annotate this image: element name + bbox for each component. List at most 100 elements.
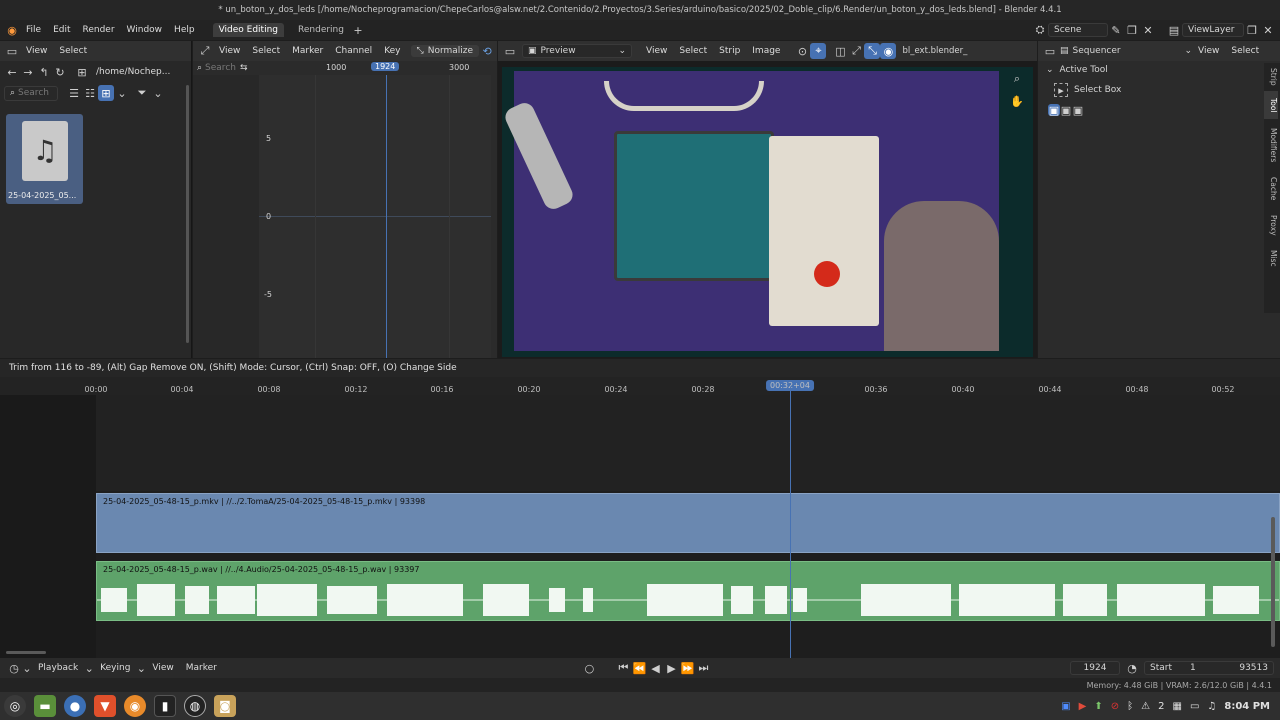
refresh-icon[interactable]: ↻: [52, 64, 68, 80]
menu-playback[interactable]: Playback: [32, 663, 84, 673]
tray-recorder-icon[interactable]: ▶: [1079, 701, 1087, 712]
sequencer-editor-icon[interactable]: ▭: [502, 43, 518, 59]
workspace-tab-rendering[interactable]: Rendering: [292, 23, 350, 37]
graph-search-field[interactable]: ⌕ Search ⇆: [193, 63, 255, 73]
tray-workspace-count[interactable]: 2: [1158, 701, 1164, 712]
seq-playhead[interactable]: [790, 387, 791, 658]
sequencer-dropdown[interactable]: ▤ Sequencer ⌄: [1060, 46, 1192, 56]
tray-update-icon[interactable]: ⬆: [1094, 701, 1102, 712]
zoom-icon[interactable]: ⌕: [1009, 71, 1025, 87]
graph-menu-channel[interactable]: Channel: [329, 46, 378, 56]
forward-icon[interactable]: →: [20, 64, 36, 80]
fb-menu-select[interactable]: Select: [53, 46, 93, 56]
fb-path[interactable]: /home/Nochep...: [96, 67, 170, 77]
scene-icon[interactable]: ⛭: [1032, 22, 1048, 38]
menu-keying[interactable]: Keying: [94, 663, 136, 673]
graph-menu-view[interactable]: View: [213, 46, 246, 56]
workspace-tab-video-editing[interactable]: Video Editing: [212, 23, 285, 37]
fb-file-item[interactable]: ♫ 25-04-2025_05...: [6, 114, 83, 204]
short-list-icon[interactable]: ☷: [82, 85, 98, 101]
play-icon[interactable]: ▶: [663, 660, 679, 676]
seq-horizontal-scrollbar[interactable]: [6, 651, 46, 654]
video-strip[interactable]: 25-04-2025_05-48-15_p.mkv | //../2.TomaA…: [96, 493, 1280, 553]
parent-dir-icon[interactable]: ↰: [36, 64, 52, 80]
sidebar-tab-tool[interactable]: Tool: [1264, 91, 1278, 119]
filter-icon[interactable]: ⏷: [134, 85, 150, 101]
new-folder-icon[interactable]: ⊞: [74, 64, 90, 80]
jump-start-icon[interactable]: ⏮: [615, 660, 631, 676]
menu-marker[interactable]: Marker: [180, 663, 223, 673]
sync-icon[interactable]: ⟲: [479, 43, 495, 59]
sidebar-menu-select[interactable]: Select: [1225, 46, 1265, 56]
sidebar-tab-proxy[interactable]: Proxy: [1264, 207, 1278, 243]
frame-range-field[interactable]: Start 1 93513: [1144, 661, 1274, 675]
prev-keyframe-icon[interactable]: ⏪: [631, 660, 647, 676]
record-icon[interactable]: ○: [581, 660, 597, 676]
sidebar-tab-strip[interactable]: Strip: [1264, 63, 1278, 91]
ext-label[interactable]: bl_ext.blender_: [902, 46, 967, 56]
graph-ruler-current[interactable]: 1924: [371, 62, 400, 71]
sidebar-editor-icon[interactable]: ▭: [1042, 43, 1058, 59]
normalize-toggle[interactable]: ⤡ Normalize: [410, 45, 480, 57]
pan-hand-icon[interactable]: ✋: [1009, 93, 1025, 109]
preview-menu-image[interactable]: Image: [746, 46, 786, 56]
terminal-app-icon[interactable]: ▮: [154, 695, 176, 717]
preview-mode-dropdown[interactable]: ▣ Preview ⌄: [522, 44, 632, 58]
chevron-down-icon[interactable]: ⌄: [22, 660, 32, 676]
next-keyframe-icon[interactable]: ⏩: [679, 660, 695, 676]
fb-menu-view[interactable]: View: [20, 46, 53, 56]
graph-menu-key[interactable]: Key: [378, 46, 406, 56]
overlay-icon[interactable]: ◫: [832, 43, 848, 59]
menu-view[interactable]: View: [146, 663, 179, 673]
graph-editor-type-icon[interactable]: ⤢: [197, 43, 213, 59]
active-tool-panel-header[interactable]: ⌄ Active Tool: [1038, 61, 1280, 79]
tray-display-icon[interactable]: ▭: [1190, 701, 1199, 712]
delete-layer-icon[interactable]: ✕: [1260, 22, 1276, 38]
current-frame-field[interactable]: 1924: [1070, 661, 1120, 675]
pin-icon[interactable]: ✎: [1108, 22, 1124, 38]
menu-render[interactable]: Render: [77, 25, 121, 35]
preview-frame[interactable]: ⌕ ✋: [502, 67, 1033, 357]
chrome-app-icon[interactable]: ●: [64, 695, 86, 717]
sidebar-menu-view[interactable]: View: [1192, 46, 1225, 56]
display-channels-icon[interactable]: ◉: [880, 43, 897, 59]
seq-vertical-scrollbar[interactable]: [1271, 517, 1275, 647]
copy-layer-icon[interactable]: ❐: [1244, 22, 1260, 38]
sidebar-tab-misc[interactable]: Misc: [1264, 243, 1278, 273]
menu-edit[interactable]: Edit: [47, 25, 76, 35]
menu-start-icon[interactable]: ◎: [4, 695, 26, 717]
mode-new-icon[interactable]: ▣: [1048, 104, 1060, 117]
pivot-icon[interactable]: ⊙: [794, 43, 810, 59]
editor-type-icon[interactable]: ▭: [4, 43, 20, 59]
play-reverse-icon[interactable]: ◀: [647, 660, 663, 676]
select-box-row[interactable]: ▸ Select Box: [1038, 79, 1280, 101]
timeline-editor-icon[interactable]: ◷: [6, 660, 22, 676]
sidebar-tab-modifiers[interactable]: Modifiers: [1264, 119, 1278, 171]
list-view-icon[interactable]: ☰: [66, 85, 82, 101]
sidebar-tab-cache[interactable]: Cache: [1264, 171, 1278, 207]
graph-canvas[interactable]: [259, 75, 491, 358]
preview-menu-strip[interactable]: Strip: [713, 46, 746, 56]
preview-menu-view[interactable]: View: [640, 46, 673, 56]
jump-end-icon[interactable]: ⏭: [695, 660, 711, 676]
graph-ruler[interactable]: 1000 1924 3000: [255, 61, 497, 75]
seq-ruler[interactable]: 00:00 00:04 00:08 00:12 00:16 00:20 00:2…: [0, 377, 1280, 395]
tray-clock[interactable]: 8:04 PM: [1224, 701, 1270, 712]
snap-icon[interactable]: ⌖: [810, 43, 827, 59]
gizmo-icon[interactable]: ⤢: [848, 43, 864, 59]
preview-menu-select[interactable]: Select: [673, 46, 713, 56]
clock-icon[interactable]: ◔: [1124, 660, 1140, 676]
tray-stop-icon[interactable]: ⊘: [1111, 701, 1119, 712]
view-layer-selector[interactable]: ViewLayer: [1182, 23, 1244, 37]
audio-app-icon[interactable]: ◙: [214, 695, 236, 717]
mode-extend-icon[interactable]: ▣: [1060, 104, 1072, 117]
thumbnail-view-icon[interactable]: ⊞: [98, 85, 114, 101]
menu-file[interactable]: File: [20, 25, 47, 35]
display-dropdown-icon[interactable]: ⌄: [114, 85, 130, 101]
back-icon[interactable]: ←: [4, 64, 20, 80]
files-app-icon[interactable]: ▬: [34, 695, 56, 717]
copy-scene-icon[interactable]: ❐: [1124, 22, 1140, 38]
tray-music-icon[interactable]: ♫: [1207, 701, 1216, 712]
tray-network-icon[interactable]: ▦: [1172, 701, 1181, 712]
scene-selector[interactable]: Scene: [1048, 23, 1108, 37]
